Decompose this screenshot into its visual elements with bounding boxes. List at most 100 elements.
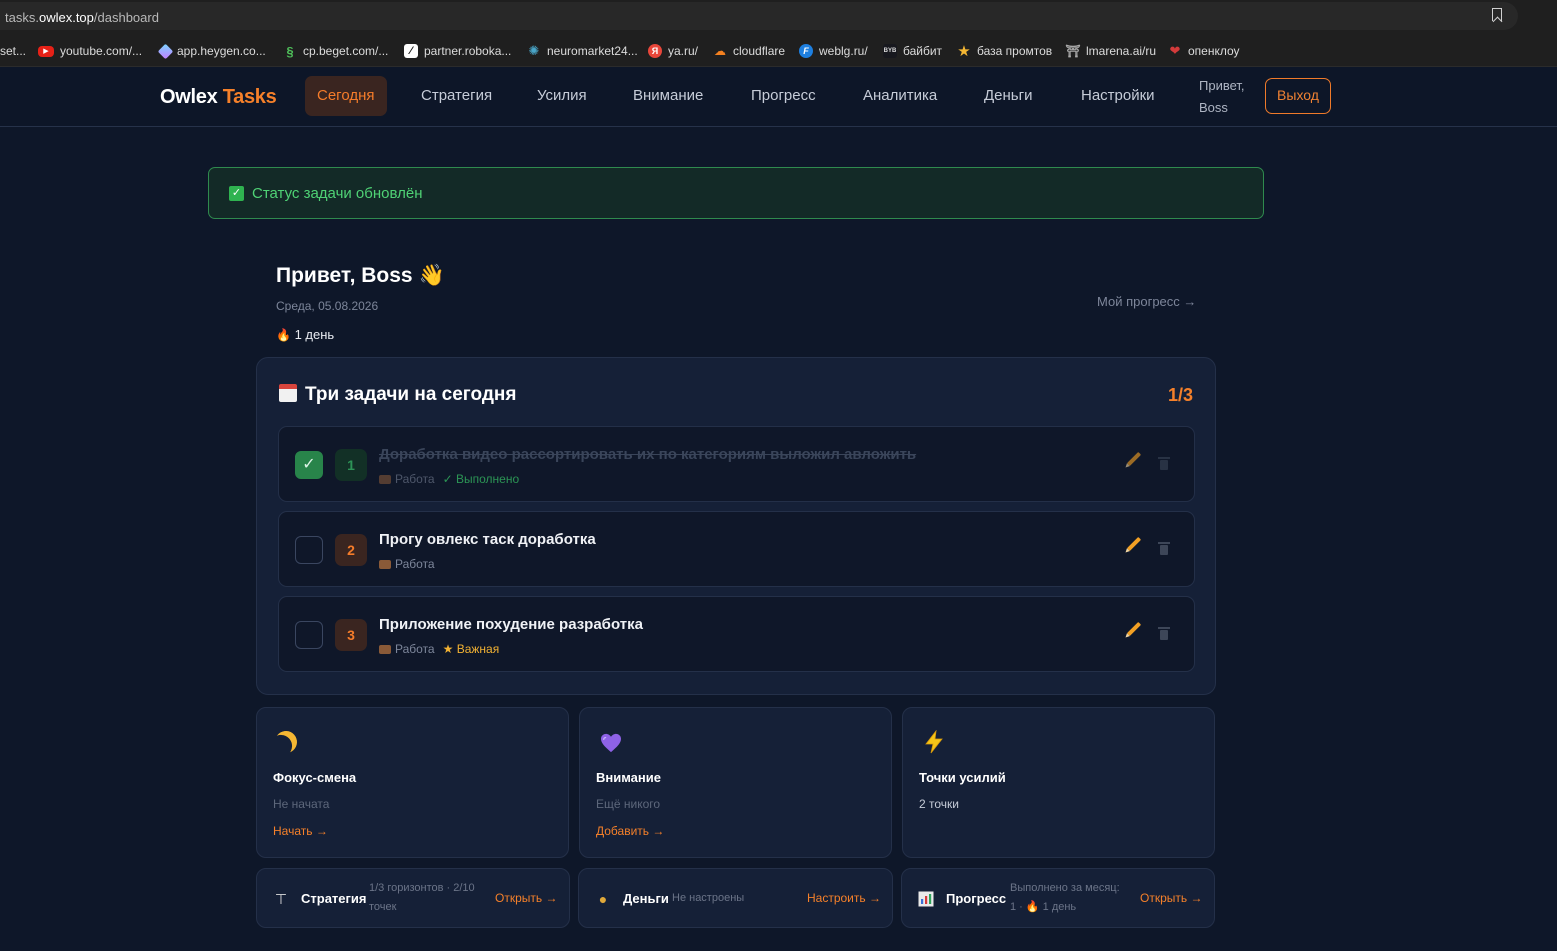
bookmark-item[interactable]: ★ база промтов	[957, 43, 1052, 60]
url-field[interactable]: tasks.owlex.top/dashboard	[0, 2, 1518, 30]
briefcase-icon	[379, 475, 391, 484]
open-progress-link[interactable]: Открыть →	[1140, 891, 1202, 905]
focus-shift-card[interactable]: Фокус-смена Не начата Начать →	[256, 707, 569, 858]
strip-title: Стратегия	[301, 891, 367, 906]
tasks-title: Три задачи на сегодня	[279, 384, 516, 406]
logo[interactable]: Owlex Tasks	[160, 86, 277, 109]
url-text[interactable]: tasks.owlex.top/dashboard	[5, 10, 159, 25]
effort-points-card[interactable]: Точки усилий 2 точки	[902, 707, 1215, 858]
bookmark-item[interactable]: ▶ youtube.com/...	[38, 43, 142, 59]
delete-icon[interactable]	[1158, 542, 1170, 555]
money-strip[interactable]: ● Деньги Не настроены Настроить →	[578, 868, 893, 928]
bookmark-item[interactable]: set...	[0, 43, 26, 59]
strip-title: Прогресс	[946, 891, 1007, 906]
alert-text: Статус задачи обновлён	[252, 185, 423, 202]
bookmark-item[interactable]: ⛩ lmarena.ai/ru	[1065, 43, 1156, 59]
edit-icon[interactable]	[1126, 621, 1142, 637]
task-number: 1	[335, 449, 367, 481]
robokassa-icon: ⁄	[404, 44, 418, 58]
nav-attention[interactable]: Внимание	[621, 76, 715, 116]
browser-address-bar: tasks.owlex.top/dashboard	[0, 0, 1557, 33]
telescope-icon: ⊤	[274, 891, 288, 907]
progress-strip[interactable]: Прогресс Выполнено за месяц: 1 · 🔥 1 день…	[901, 868, 1215, 928]
current-date: Среда, 05.08.2026	[276, 299, 379, 313]
bookmark-star-icon[interactable]	[1492, 8, 1502, 21]
my-progress-link[interactable]: Мой прогресс →	[1097, 294, 1196, 309]
nav-today[interactable]: Сегодня	[305, 76, 387, 116]
bookmark-item[interactable]: ✺ neuromarket24...	[527, 43, 638, 59]
task-row: 3 Приложение похудение разработка Работа…	[278, 596, 1195, 672]
task-number: 2	[335, 534, 367, 566]
bookmark-item[interactable]: § cp.beget.com/...	[283, 43, 388, 59]
status-alert: ✓ Статус задачи обновлён	[208, 167, 1264, 219]
bookmark-item[interactable]: ☁ cloudflare	[713, 43, 785, 59]
weblg-icon: F	[799, 44, 813, 58]
streak-badge: 🔥 1 день	[276, 327, 335, 342]
nav-money[interactable]: Деньги	[972, 76, 1044, 116]
card-title: Фокус-смена	[273, 770, 357, 785]
wave-icon: 👋	[418, 264, 445, 287]
chart-icon	[918, 891, 934, 907]
nav-progress[interactable]: Прогресс	[739, 76, 828, 116]
nav-efforts[interactable]: Усилия	[525, 76, 599, 116]
bookmark-item[interactable]: Fweblg.ru/	[799, 43, 868, 59]
calendar-icon	[279, 384, 297, 402]
strip-title: Деньги	[623, 891, 669, 906]
today-tasks-card: Три задачи на сегодня 1/3 ✓ 1 Доработка …	[256, 357, 1216, 695]
strip-subtitle: Не настроены	[672, 892, 745, 904]
task-checkbox[interactable]	[295, 536, 323, 564]
task-checkbox[interactable]: ✓	[295, 451, 323, 479]
task-checkbox[interactable]	[295, 621, 323, 649]
bolt-icon	[925, 730, 943, 754]
open-strategy-link[interactable]: Открыть →	[495, 891, 557, 905]
task-title[interactable]: Приложение похудение разработка	[379, 616, 643, 633]
delete-icon[interactable]	[1158, 457, 1170, 470]
money-bag-icon: ●	[598, 891, 608, 907]
task-title[interactable]: Доработка видео рассортировать их по кат…	[379, 446, 916, 463]
neuromarket-icon: ✺	[528, 43, 540, 58]
edit-icon[interactable]	[1126, 536, 1142, 552]
moon-icon	[272, 728, 300, 756]
add-attention-link[interactable]: Добавить →	[596, 824, 664, 838]
task-meta: Работа	[379, 557, 435, 571]
cloudflare-icon: ☁	[714, 44, 726, 58]
app-header: Owlex Tasks Сегодня Стратегия Усилия Вни…	[0, 67, 1557, 127]
heart-icon	[601, 733, 621, 753]
task-number: 3	[335, 619, 367, 651]
bookmark-item[interactable]: ❤ опенклоу	[1168, 43, 1240, 59]
card-subtitle: Ещё никого	[596, 797, 661, 811]
openclaw-icon: ❤	[1169, 43, 1181, 58]
bookmark-item[interactable]: app.heygen.co...	[157, 43, 266, 59]
strip-subtitle: Выполнено за месяц: 1 · 🔥 1 день	[1010, 882, 1120, 913]
task-title[interactable]: Прогу овлекс таск доработка	[379, 531, 596, 548]
briefcase-icon	[379, 560, 391, 569]
strategy-strip[interactable]: ⊤ Стратегия 1/3 горизонтов · 2/10 точек О…	[256, 868, 570, 928]
task-meta: Работа ★ Важная	[379, 642, 499, 656]
bookmark-item[interactable]: Яya.ru/	[648, 43, 698, 59]
user-greeting: Привет, Boss	[1199, 78, 1245, 115]
nav-analytics[interactable]: Аналитика	[851, 76, 949, 116]
yandex-icon: Я	[648, 44, 662, 58]
fire-icon: 🔥	[276, 328, 291, 342]
delete-icon[interactable]	[1158, 627, 1170, 640]
card-subtitle: 2 точки	[919, 797, 959, 811]
bookmark-item[interactable]: ⁄ partner.roboka...	[404, 43, 511, 59]
beget-icon: §	[286, 43, 294, 59]
edit-icon[interactable]	[1126, 451, 1142, 467]
attention-card[interactable]: Внимание Ещё никого Добавить →	[579, 707, 892, 858]
bookmark-item[interactable]: BYB байбит	[883, 43, 942, 59]
start-focus-link[interactable]: Начать →	[273, 824, 328, 838]
bybit-icon: BYB	[883, 44, 897, 58]
task-status: ✓ Выполнено	[442, 472, 520, 486]
star-icon: ★	[957, 43, 971, 60]
nav-settings[interactable]: Настройки	[1069, 76, 1167, 116]
card-subtitle: Не начата	[273, 797, 330, 811]
youtube-icon: ▶	[38, 45, 54, 57]
briefcase-icon	[379, 645, 391, 654]
nav-strategy[interactable]: Стратегия	[409, 76, 504, 116]
tasks-counter: 1/3	[1167, 385, 1193, 405]
configure-money-link[interactable]: Настроить →	[807, 891, 881, 905]
card-title: Точки усилий	[919, 770, 1006, 785]
logout-button[interactable]: Выход	[1265, 78, 1331, 114]
heygen-icon	[157, 43, 174, 59]
